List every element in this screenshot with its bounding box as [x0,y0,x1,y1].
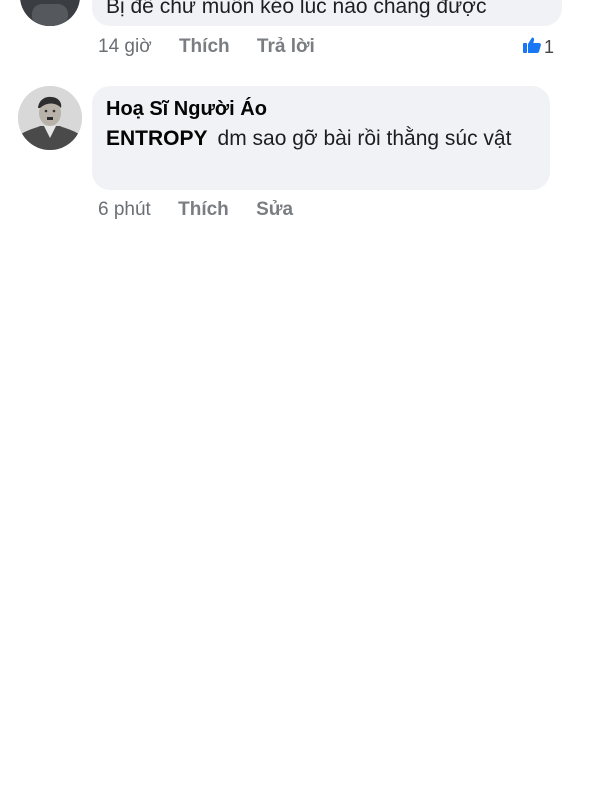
comment-actions: 14 giờ Thích Trả lời [98,36,315,58]
comment-bubble: Hoạ Sĩ Người Áo ENTROPY dm sao gỡ bài rồi… [92,86,550,190]
comment-author[interactable]: Hoạ Sĩ Người Áo [106,96,536,122]
mention-tag[interactable]: ENTROPY [106,127,208,150]
comment-timestamp[interactable]: 6 phút [98,199,151,221]
comment-timestamp[interactable]: 14 giờ [98,36,152,58]
avatar[interactable] [20,0,80,26]
like-icon [522,36,542,59]
like-button[interactable]: Thích [179,36,230,58]
reaction-count: 1 [544,37,555,57]
comment-actions: 6 phút Thích Sửa [98,199,293,221]
edit-button[interactable]: Sửa [256,199,293,221]
avatar[interactable] [18,86,82,150]
comment-text: ENTROPY dm sao gỡ bài rồi thằng súc vật [106,124,536,154]
comment-text: Bị để chữ muốn kéo lúc nào chẳng được [106,0,487,18]
reply-button[interactable]: Trả lời [257,36,315,58]
comment-bubble: Bị để chữ muốn kéo lúc nào chẳng được [92,0,562,26]
comment-body: dm sao gỡ bài rồi thằng súc vật [217,127,512,150]
reaction-summary[interactable]: 1 [522,36,554,59]
like-button[interactable]: Thích [178,199,229,221]
